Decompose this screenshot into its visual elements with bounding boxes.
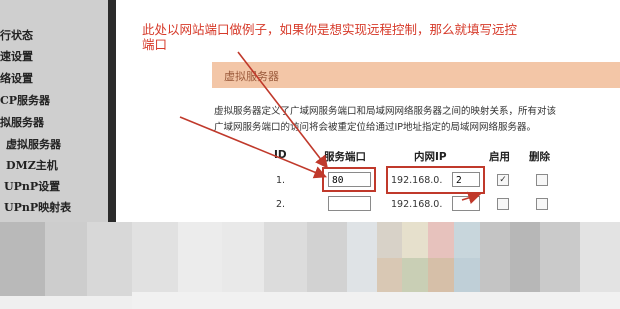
annotation-line-1: 此处以网站端口做例子，如果你是想实现远程控制，那么就填写远控 bbox=[142, 22, 518, 37]
row-2-ip-input[interactable] bbox=[452, 196, 480, 211]
row-1-enable-checkbox[interactable]: ✓ bbox=[497, 174, 509, 186]
annotation-text: 此处以网站端口做例子，如果你是想实现远程控制，那么就填写远控 端口 bbox=[142, 22, 620, 52]
panel-description: 虚拟服务器定义了广域网服务端口和局域网网络服务器之间的映射关系，所有对该 广域网… bbox=[214, 104, 614, 136]
nav-item-dmz-host[interactable]: DMZ主机 bbox=[0, 157, 58, 175]
panel-title: 虚拟服务器 bbox=[224, 70, 279, 83]
description-line-1: 虚拟服务器定义了广域网服务端口和局域网网络服务器之间的映射关系，所有对该 bbox=[214, 106, 557, 117]
row-1-delete-checkbox[interactable] bbox=[536, 174, 548, 186]
row-2-port-input[interactable] bbox=[328, 196, 371, 211]
ip-highlight-box bbox=[386, 166, 485, 194]
annotation-line-2: 端口 bbox=[142, 37, 168, 52]
row-2-ip-prefix: 192.168.0. bbox=[391, 199, 443, 210]
blurred-region bbox=[0, 222, 620, 309]
nav-item-network-settings[interactable]: 络设置 bbox=[0, 70, 33, 88]
header-id: ID bbox=[274, 149, 287, 161]
row-2-delete-checkbox[interactable] bbox=[536, 198, 548, 210]
header-internal-ip: 内网IP bbox=[414, 151, 447, 163]
sidebar-divider bbox=[108, 0, 116, 222]
row-1-id: 1. bbox=[276, 175, 286, 186]
header-delete: 删除 bbox=[529, 151, 550, 163]
panel-header: 虚拟服务器 bbox=[212, 62, 620, 88]
description-line-2: 广域网服务端口的访问将会被重定位给通过IP地址指定的局域网网络服务器。 bbox=[214, 122, 537, 133]
sidebar-nav: 行状态 速设置 络设置 CP服务器 拟服务器 虚拟服务器 DMZ主机 UPnP设… bbox=[0, 0, 108, 222]
nav-item-running-status[interactable]: 行状态 bbox=[0, 27, 33, 45]
virtual-server-panel: 虚拟服务器 虚拟服务器定义了广域网服务端口和局域网网络服务器之间的映射关系，所有… bbox=[204, 58, 620, 222]
nav-item-upnp-mapping-table[interactable]: UPnP映射表 bbox=[0, 199, 71, 217]
nav-item-forwarding-rules[interactable]: 拟服务器 bbox=[0, 114, 44, 132]
header-enable: 启用 bbox=[489, 151, 510, 163]
header-service-port: 服务端口 bbox=[324, 151, 366, 163]
row-2-id: 2. bbox=[276, 199, 286, 210]
nav-item-upnp-settings[interactable]: UPnP设置 bbox=[0, 178, 60, 196]
nav-item-quick-setup[interactable]: 速设置 bbox=[0, 48, 33, 66]
nav-item-dhcp-server[interactable]: CP服务器 bbox=[0, 92, 50, 110]
port-highlight-box bbox=[322, 167, 376, 192]
nav-item-virtual-server[interactable]: 虚拟服务器 bbox=[0, 136, 61, 154]
main-content: 此处以网站端口做例子，如果你是想实现远程控制，那么就填写远控 端口 虚拟服务器 … bbox=[116, 0, 620, 222]
row-2-enable-checkbox[interactable] bbox=[497, 198, 509, 210]
